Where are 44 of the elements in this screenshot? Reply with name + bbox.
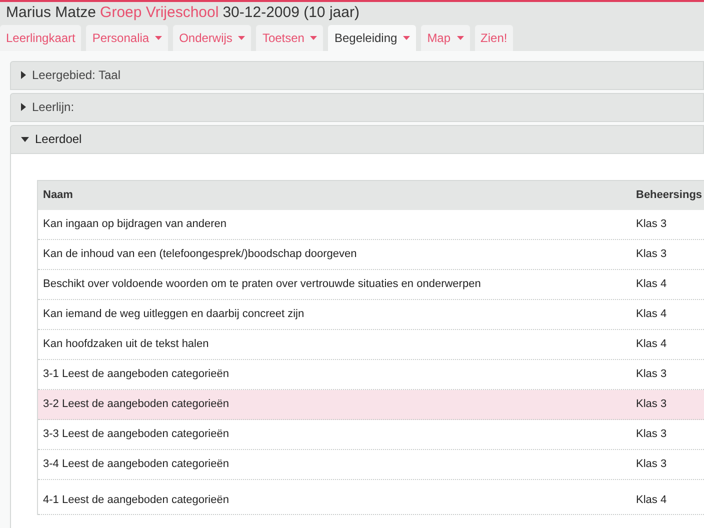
table-row[interactable]: 3-4 Leest de aangeboden categorieën Klas 3 <box>38 450 704 480</box>
table-cell-text: Klas 4 <box>636 336 667 352</box>
panel-header[interactable]: Leerlijn: <box>10 92 704 122</box>
table-cell-text: Beschikt over voldoende woorden om te praten over vertrouwde situaties en onderwerpen <box>42 276 482 292</box>
table-cell-text: Klas 4 <box>636 306 667 322</box>
panel-header[interactable]: Leerdoel <box>10 124 704 154</box>
table-cell-text: 3-4 Leest de aangeboden categorieën <box>42 456 230 472</box>
table-cell-text: Klas 3 <box>636 426 667 442</box>
column-header: Beheersings <box>636 188 702 203</box>
table-cell-text: Klas 3 <box>636 456 667 472</box>
table-row[interactable]: Kan hoofdzaken uit de tekst halen Klas 4 <box>38 330 704 360</box>
table-cell-text: Klas 3 <box>636 366 667 382</box>
table-row[interactable]: 3-2 Leest de aangeboden categorieën Klas 3 <box>38 390 704 420</box>
table-row[interactable]: Kan ingaan op bijdragen van anderen Klas 3 <box>38 210 704 240</box>
table-row[interactable]: 4-1 Leest de aangeboden categorieën Klas 4 <box>38 480 704 514</box>
table-row[interactable]: 3-3 Leest de aangeboden categorieën Klas 3 <box>38 420 704 450</box>
birth-date: 30-12-2009 (10 jaar) <box>222 3 360 23</box>
table-cell-text: 4-1 Leest de aangeboden categorieën <box>42 493 230 508</box>
table-cell-text: Klas 3 <box>636 216 667 232</box>
table-row[interactable]: Beschikt over voldoende woorden om te praten over vertrouwde situaties en onderwerpen Klas 4 <box>38 270 704 300</box>
table-row[interactable]: 3-1 Leest de aangeboden categorieën Klas 3 <box>38 360 704 390</box>
caret-right-icon <box>21 103 26 111</box>
table-cell-text: 3-3 Leest de aangeboden categorieën <box>42 426 230 442</box>
table-cell-text: Klas 3 <box>636 396 667 412</box>
student-name: Marius Matze <box>6 3 96 23</box>
panel-title: Leerdoel <box>35 131 82 148</box>
caret-right-icon <box>21 71 26 79</box>
caret-down-icon <box>21 136 29 142</box>
panel-header[interactable]: Leergebied: Taal <box>10 60 704 90</box>
table-cell-text: 3-1 Leest de aangeboden categorieën <box>42 366 230 382</box>
table-row[interactable]: Kan de inhoud van een (telefoongesprek/)boodschap doorgeven Klas 3 <box>38 240 704 270</box>
panel-title: Leerlijn: <box>32 99 74 116</box>
table-cell-text: 3-2 Leest de aangeboden categorieën <box>42 396 230 412</box>
table-cell-text: Klas 4 <box>636 493 667 508</box>
table-cell-text: Kan hoofdzaken uit de tekst halen <box>42 336 210 352</box>
panel-title: Leergebied: Taal <box>32 67 121 84</box>
table-cell-text: Klas 3 <box>636 246 667 262</box>
table-cell-text: Kan de inhoud van een (telefoongesprek/)boodschap doorgeven <box>42 246 358 262</box>
column-header: Naam <box>42 188 74 203</box>
table-cell-text: Kan ingaan op bijdragen van anderen <box>42 216 228 232</box>
table-cell-text: Kan iemand de weg uitleggen en daarbij concreet zijn <box>42 306 306 322</box>
table-row[interactable]: Kan iemand de weg uitleggen en daarbij concreet zijn Klas 4 <box>38 300 704 330</box>
tab[interactable]: Begeleiding <box>328 24 416 50</box>
table-cell-text: Klas 4 <box>636 276 667 292</box>
